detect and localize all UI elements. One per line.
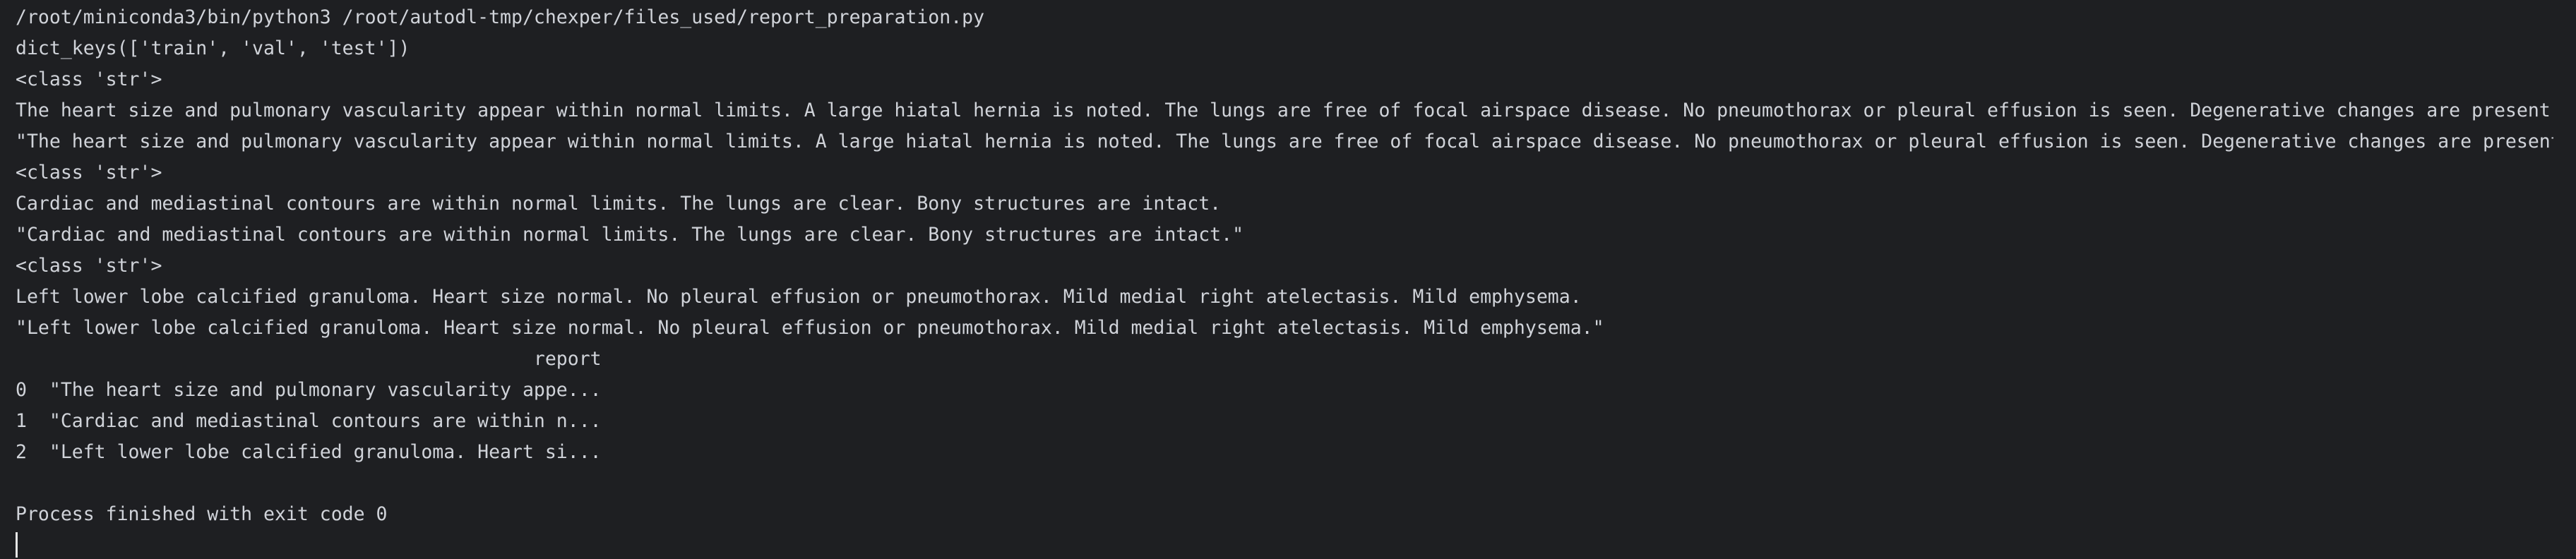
- console-line-report-quoted: "Left lower lobe calcified granuloma. He…: [16, 317, 1604, 339]
- console-line-report: Left lower lobe calcified granuloma. Hea…: [16, 286, 1582, 308]
- console-line-report-quoted: "The heart size and pulmonary vascularit…: [16, 131, 2553, 152]
- console-line-type: <class 'str'>: [16, 255, 162, 277]
- console-line-type: <class 'str'>: [16, 162, 162, 184]
- scrollbar-thumb[interactable]: [2560, 3, 2570, 497]
- console-line-report: Cardiac and mediastinal contours are wit…: [16, 193, 1222, 215]
- vertical-scrollbar[interactable]: [2553, 0, 2576, 559]
- console-line-report: The heart size and pulmonary vascularity…: [16, 100, 2553, 121]
- console-line-command: /root/miniconda3/bin/python3 /root/autod…: [16, 6, 985, 28]
- console-line-type: <class 'str'>: [16, 68, 162, 90]
- dataframe-row: 0 "The heart size and pulmonary vascular…: [16, 379, 602, 401]
- text-cursor: [16, 531, 18, 558]
- run-console-output[interactable]: /root/miniconda3/bin/python3 /root/autod…: [0, 0, 2553, 559]
- process-exit-message: Process finished with exit code 0: [16, 503, 388, 525]
- dataframe-row: 1 "Cardiac and mediastinal contours are …: [16, 410, 602, 432]
- console-lines: /root/miniconda3/bin/python3 /root/autod…: [16, 0, 2553, 559]
- console-input-line[interactable]: [16, 530, 2553, 559]
- console-line-report-quoted: "Cardiac and mediastinal contours are wi…: [16, 224, 1244, 246]
- console-line-dict-keys: dict_keys(['train', 'val', 'test']): [16, 37, 410, 59]
- dataframe-row: 2 "Left lower lobe calcified granuloma. …: [16, 441, 602, 463]
- dataframe-header: report: [16, 348, 602, 370]
